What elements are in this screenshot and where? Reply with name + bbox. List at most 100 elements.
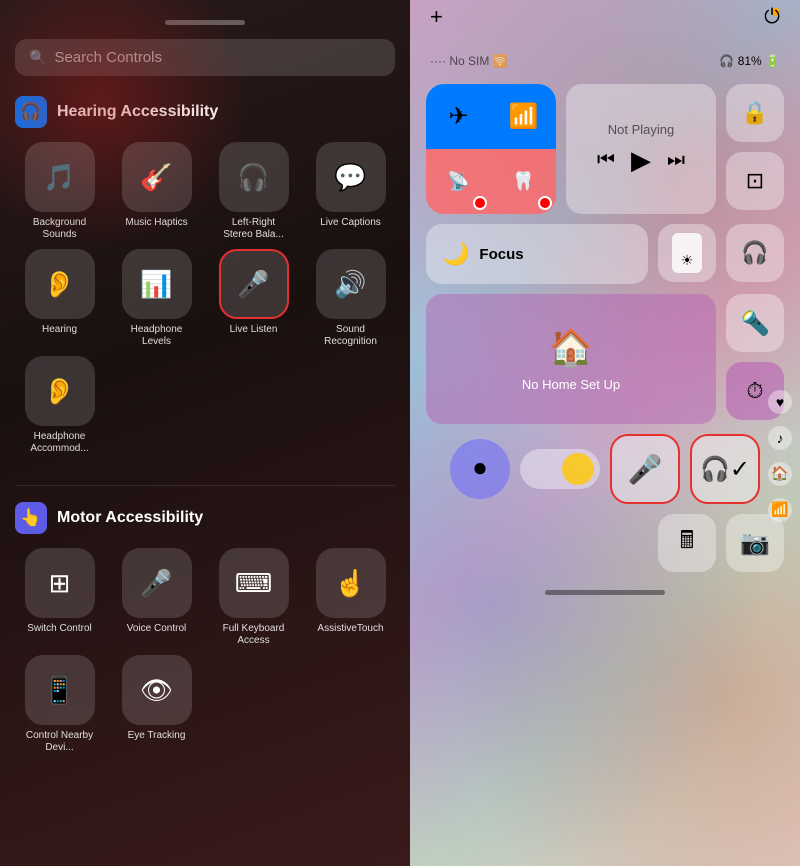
left-panel: 🔍 Search Controls 🎧 Hearing Accessibilit… (0, 0, 410, 866)
music-haptics-label: Music Haptics (125, 217, 187, 229)
wifi-side-button[interactable]: 📶 (768, 498, 792, 522)
stereo-label: Left-Right Stereo Bala... (218, 217, 290, 241)
airplane-mode-tile[interactable]: ✈ (426, 84, 491, 149)
home-indicator (545, 590, 665, 595)
screen-mirror-tile[interactable]: ⊡ (726, 152, 784, 210)
grid-item-music-haptics[interactable]: 🎸 Music Haptics (112, 142, 201, 241)
search-bar[interactable]: 🔍 Search Controls (15, 39, 395, 76)
apps-row: 🖩 📷 (426, 514, 784, 572)
media-controls: ⏮ ▶ ⏭ (597, 145, 685, 176)
microphone-tile[interactable]: 🎤 (610, 434, 680, 504)
background-sounds-icon: 🎵 (25, 142, 95, 212)
toggle-tile[interactable] (520, 449, 600, 489)
right-panel: + ⏻ ···· No SIM 🛜 🎧 81% 🔋 ✈ 📶 📡 🦷 (410, 0, 800, 866)
grid-item-hearing[interactable]: 👂 Hearing (15, 249, 104, 348)
heart-button[interactable]: ♥ (768, 390, 792, 414)
cc-header: + ⏻ (410, 0, 800, 40)
music-haptics-icon: 🎸 (122, 142, 192, 212)
grid-item-assistive-touch[interactable]: ☝ AssistiveTouch (306, 548, 395, 647)
sound-recognition-label: Sound Recognition (315, 324, 387, 348)
keyboard-access-icon: ⌨ (219, 548, 289, 618)
grid-item-sound-recognition[interactable]: 🔊 Sound Recognition (306, 249, 395, 348)
headphone-accom-label: Headphone Accommod... (24, 431, 96, 455)
grid-item-live-captions[interactable]: 💬 Live Captions (306, 142, 395, 241)
keyboard-access-label: Full Keyboard Access (218, 623, 290, 647)
live-listen-icon: 🎤 (219, 249, 289, 319)
hearing-section-header: 🎧 Hearing Accessibility (15, 96, 395, 128)
no-home-tile[interactable]: 🏠 No Home Set Up (426, 294, 716, 424)
next-button[interactable]: ⏭ (667, 149, 685, 172)
motor-section-header: 👆 Motor Accessibility (15, 502, 395, 534)
voice-control-label: Voice Control (127, 623, 186, 635)
grid-item-live-listen[interactable]: 🎤 Live Listen (209, 249, 298, 348)
live-listen-label: Live Listen (230, 324, 278, 336)
bluetooth-tile[interactable]: 🦷 (491, 149, 556, 214)
status-carrier: ···· No SIM 🛜 (430, 54, 508, 68)
hearing-label: Hearing (42, 324, 77, 336)
power-button[interactable]: ⏻ (764, 6, 780, 29)
motor-grid: ⊞ Switch Control 🎤 Voice Control ⌨ Full … (15, 548, 395, 754)
switch-control-label: Switch Control (27, 623, 91, 635)
wifi-tile[interactable]: 📶 (491, 84, 556, 149)
grid-item-control-nearby[interactable]: 📱 Control Nearby Devi... (15, 655, 104, 754)
no-home-label: No Home Set Up (522, 377, 620, 392)
music-note-button[interactable]: ♪ (768, 426, 792, 450)
grid-item-headphone-levels[interactable]: 📊 Headphone Levels (112, 249, 201, 348)
torch-tile[interactable]: 🔦 (726, 294, 784, 352)
control-nearby-icon: 📱 (25, 655, 95, 725)
eye-tracking-label: Eye Tracking (128, 730, 186, 742)
grid-item-stereo[interactable]: 🎧 Left-Right Stereo Bala... (209, 142, 298, 241)
background-sounds-label: Background Sounds (24, 217, 96, 241)
grid-item-voice-control[interactable]: 🎤 Voice Control (112, 548, 201, 647)
live-listen-cc-tile[interactable]: 🎧✓ (690, 434, 760, 504)
control-nearby-label: Control Nearby Devi... (24, 730, 96, 754)
grid-item-keyboard-access[interactable]: ⌨ Full Keyboard Access (209, 548, 298, 647)
motor-section-title: Motor Accessibility (57, 509, 203, 527)
switch-control-icon: ⊞ (25, 548, 95, 618)
focus-moon-icon: 🌙 (442, 241, 469, 267)
assistive-touch-label: AssistiveTouch (317, 623, 383, 635)
status-bar: ···· No SIM 🛜 🎧 81% 🔋 (410, 40, 800, 76)
phone-notch (165, 20, 245, 25)
headphone-levels-icon: 📊 (122, 249, 192, 319)
focus-tile[interactable]: 🌙 Focus (426, 224, 648, 284)
hearing-section-icon: 🎧 (15, 96, 47, 128)
cellular-tile[interactable]: 📡 (426, 149, 491, 214)
right-col: 🔒 ⊡ (726, 84, 784, 214)
hearing-icon: 👂 (25, 249, 95, 319)
focus-label: Focus (479, 246, 523, 263)
home-icon: 🏠 (549, 327, 594, 369)
grid-item-headphone-accom[interactable]: 👂 Headphone Accommod... (15, 356, 104, 455)
bottom-row: ⏺ 🎤 🎧✓ (426, 434, 784, 504)
hearing-grid: 🎵 Background Sounds 🎸 Music Haptics 🎧 Le… (15, 142, 395, 455)
grid-item-background-sounds[interactable]: 🎵 Background Sounds (15, 142, 104, 241)
brightness-tile[interactable]: ☀ (658, 224, 716, 282)
home-button[interactable]: 🏠 (768, 462, 792, 486)
prev-button[interactable]: ⏮ (597, 149, 615, 172)
right-side-controls: ♥ ♪ 🏠 📶 (768, 390, 792, 522)
add-button[interactable]: + (430, 4, 443, 30)
screen-lock-tile[interactable]: 🔒 (726, 84, 784, 142)
headphone-accom-icon: 👂 (25, 356, 95, 426)
eye-tracking-icon: 👁 (122, 655, 192, 725)
camera-tile[interactable]: 📷 (726, 514, 784, 572)
grid-item-switch-control[interactable]: ⊞ Switch Control (15, 548, 104, 647)
not-playing-tile: Not Playing ⏮ ▶ ⏭ (566, 84, 716, 214)
status-battery: 🎧 81% 🔋 (719, 54, 780, 68)
connectivity-block: ✈ 📶 📡 🦷 (426, 84, 556, 214)
screen-record-tile[interactable]: ⏺ (450, 439, 510, 499)
grid-item-eye-tracking[interactable]: 👁 Eye Tracking (112, 655, 201, 754)
live-captions-label: Live Captions (320, 217, 381, 229)
sound-recognition-icon: 🔊 (316, 249, 386, 319)
live-captions-icon: 💬 (316, 142, 386, 212)
stereo-icon: 🎧 (219, 142, 289, 212)
hearing-section-title: Hearing Accessibility (57, 103, 218, 121)
voice-control-icon: 🎤 (122, 548, 192, 618)
assistive-touch-icon: ☝ (316, 548, 386, 618)
section-divider (15, 485, 395, 486)
calculator-tile[interactable]: 🖩 (658, 514, 716, 572)
headphone-levels-label: Headphone Levels (121, 324, 193, 348)
play-button[interactable]: ▶ (631, 145, 651, 176)
earbuds-tile[interactable]: 🎧 (726, 224, 784, 282)
not-playing-label: Not Playing (608, 122, 674, 137)
